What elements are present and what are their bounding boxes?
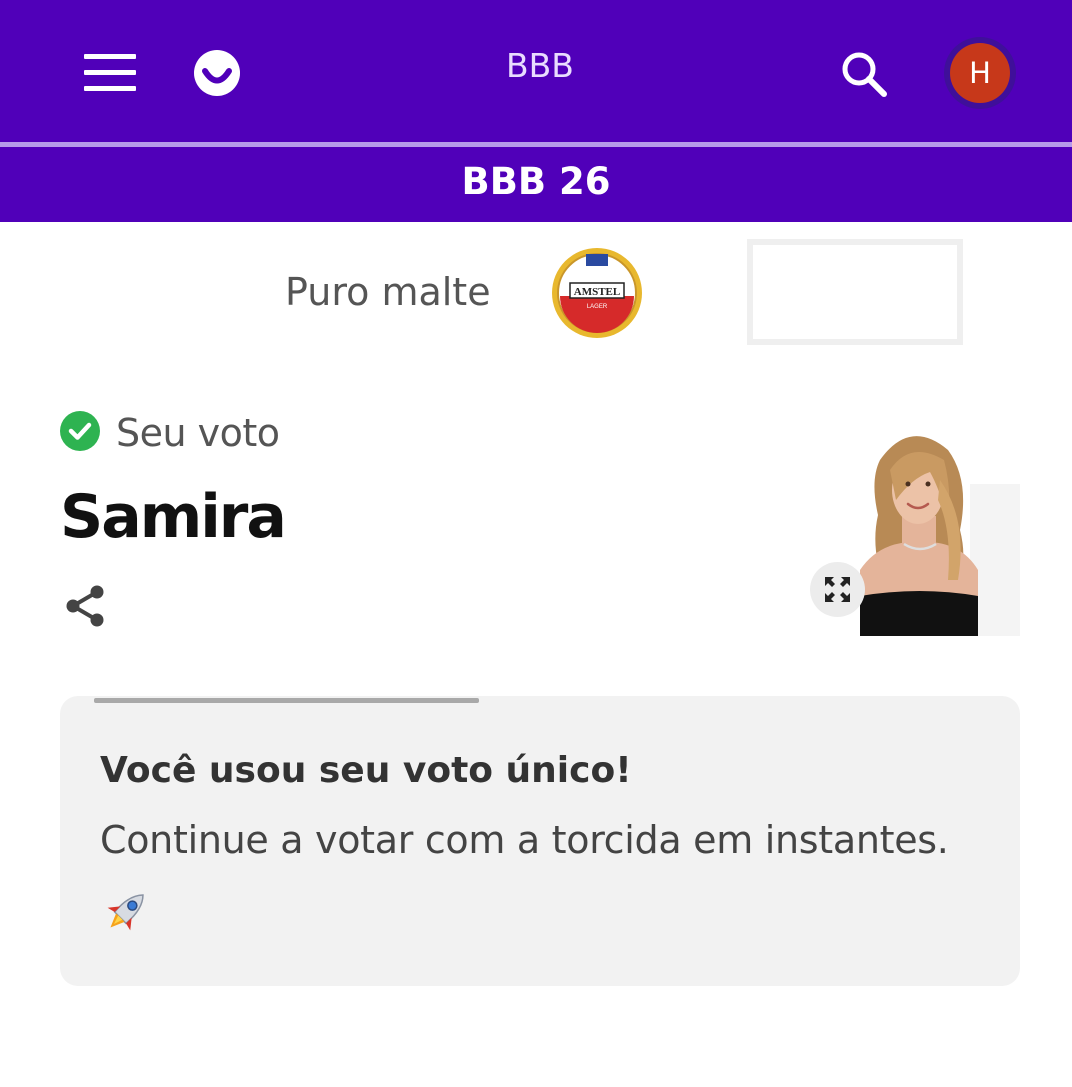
hamburger-menu-icon[interactable] [84, 54, 136, 92]
section-title[interactable]: BBB 26 [0, 158, 1072, 206]
candidate-name: Samira [60, 482, 287, 552]
expand-icon[interactable] [810, 562, 865, 617]
share-icon[interactable] [64, 584, 108, 628]
notice-title: Você usou seu voto único! [100, 750, 632, 791]
countdown-progress-bar [94, 698, 479, 703]
smile-logo-icon[interactable] [194, 50, 240, 96]
rocket-icon [100, 886, 152, 938]
check-circle-icon [60, 411, 100, 451]
svg-text:LAGER: LAGER [587, 304, 608, 310]
sponsor-tagline: Puro malte [285, 270, 491, 314]
svg-text:AMSTEL: AMSTEL [574, 286, 620, 298]
app-title[interactable]: BBB [440, 46, 640, 85]
sponsor-watermark [740, 232, 970, 352]
search-icon[interactable] [838, 48, 890, 100]
user-avatar[interactable]: H [950, 43, 1010, 103]
avatar-ring: H [944, 37, 1016, 109]
notice-message: Continue a votar com a torcida em instan… [100, 818, 949, 862]
amstel-lager-logo: AMSTEL LAGER [550, 246, 644, 340]
vote-status-label: Seu voto [116, 411, 280, 455]
